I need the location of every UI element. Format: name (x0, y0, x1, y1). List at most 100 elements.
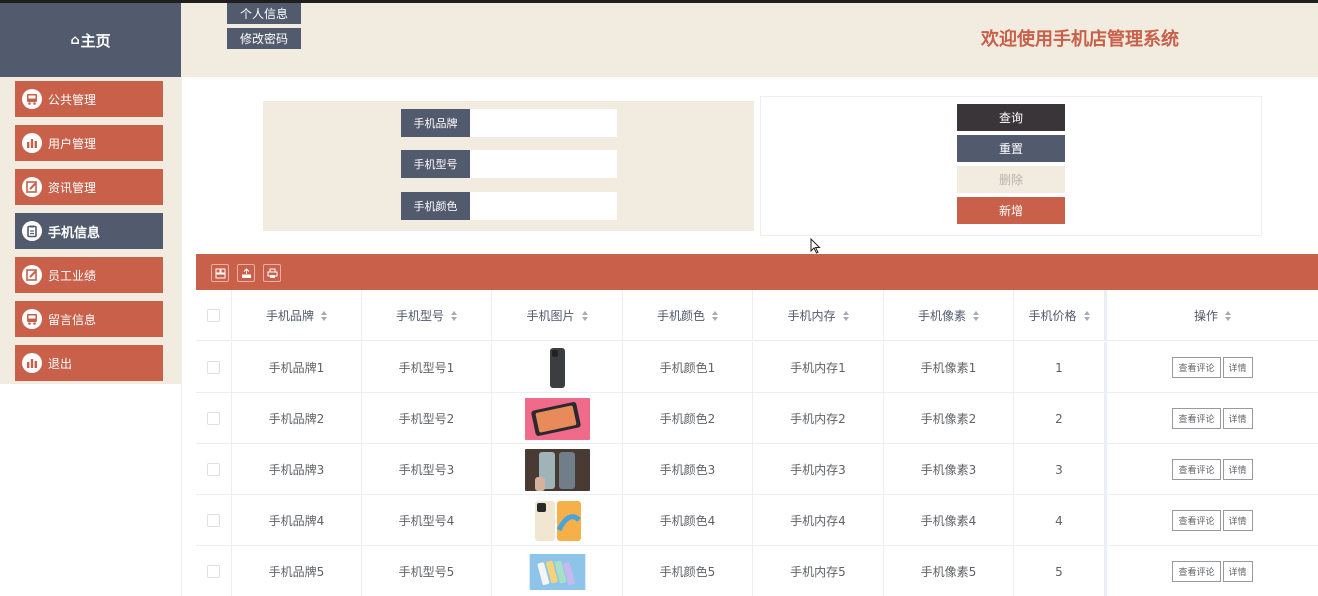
sort-icon[interactable] (451, 310, 457, 321)
table-header-row: 手机品牌 手机型号 手机图片 手机颜色 手机内存 手机像素 手机价格 操作 (196, 290, 1318, 341)
row-checkbox[interactable] (207, 463, 220, 476)
column-header-label: 手机内存 (787, 309, 836, 323)
color-search-input[interactable] (470, 192, 617, 220)
model-cell: 手机型号2 (362, 393, 492, 444)
sort-icon[interactable] (842, 310, 849, 321)
print-icon[interactable] (263, 264, 281, 282)
profile-button[interactable]: 个人信息 (227, 3, 301, 24)
grid-icon[interactable] (211, 264, 229, 282)
field-label: 手机型号 (401, 150, 470, 178)
row-checkbox[interactable] (207, 514, 220, 527)
table-row: 手机品牌3 手机型号3 手机颜色3 手机内存3 手机像素3 3 查看评论 详情 (196, 444, 1318, 495)
details-button[interactable]: 详情 (1222, 459, 1253, 480)
bus-icon (22, 309, 42, 329)
select-all-checkbox[interactable] (207, 309, 220, 322)
column-header-label: 手机品牌 (265, 309, 314, 323)
add-button[interactable]: 新增 (957, 197, 1065, 224)
model-search-field: 手机型号 (401, 150, 617, 178)
view-comments-button[interactable]: 查看评论 (1172, 357, 1221, 378)
sidebar-item-phones[interactable]: 手机信息 (15, 213, 163, 249)
sidebar-item-logout[interactable]: 退出 (15, 345, 163, 381)
search-panel: 手机品牌 手机型号 手机颜色 (263, 101, 754, 231)
color-cell: 手机颜色4 (623, 495, 753, 546)
phone-image[interactable] (524, 346, 590, 389)
column-header[interactable]: 手机品牌 (232, 290, 362, 341)
row-select-cell (196, 495, 232, 546)
price-cell: 2 (1014, 393, 1107, 444)
reset-button[interactable]: 重置 (957, 135, 1065, 162)
table-row: 手机品牌4 手机型号4 手机颜色4 手机内存4 手机像素4 4 查看评论 详情 (196, 495, 1318, 546)
brand-search-input[interactable] (470, 109, 617, 137)
column-header[interactable]: 操作 (1107, 290, 1318, 341)
column-header[interactable]: 手机颜色 (623, 290, 753, 341)
sort-icon[interactable] (321, 310, 327, 321)
row-select-cell (196, 393, 232, 444)
details-button[interactable]: 详情 (1222, 408, 1253, 429)
action-panel: 查询 重置 删除 新增 (760, 96, 1262, 236)
sidebar-item-news[interactable]: 资讯管理 (15, 169, 163, 205)
sidebar-item-label: 用户管理 (48, 136, 97, 151)
row-checkbox[interactable] (207, 361, 220, 374)
sidebar-item-label: 员工业绩 (48, 268, 97, 283)
sidebar-item-public[interactable]: 公共管理 (15, 81, 163, 117)
delete-button[interactable]: 删除 (957, 166, 1065, 193)
column-header[interactable]: 手机价格 (1014, 290, 1107, 341)
brand-cell: 手机品牌3 (232, 444, 362, 495)
brand-search-field: 手机品牌 (401, 109, 617, 137)
details-button[interactable]: 详情 (1222, 561, 1253, 582)
sort-icon[interactable] (973, 310, 979, 321)
pixels-cell: 手机像素1 (884, 342, 1014, 393)
column-header[interactable]: 手机图片 (492, 290, 623, 341)
query-button[interactable]: 查询 (957, 104, 1065, 131)
image-cell (492, 444, 623, 495)
table-row: 手机品牌5 手机型号5 手机颜色5 手机内存5 手机像素5 5 查看评论 详情 (196, 546, 1318, 596)
memory-cell: 手机内存5 (753, 546, 884, 596)
view-comments-button[interactable]: 查看评论 (1172, 459, 1221, 480)
sidebar-item-label: 留言信息 (48, 312, 97, 327)
color-cell: 手机颜色1 (623, 342, 753, 393)
phone-image[interactable] (525, 553, 590, 590)
change-password-button[interactable]: 修改密码 (227, 28, 301, 49)
view-comments-button[interactable]: 查看评论 (1172, 408, 1221, 429)
home-brand[interactable]: ⌂ 主页 (0, 3, 181, 77)
sort-icon[interactable] (1083, 310, 1090, 321)
column-header[interactable]: 手机型号 (362, 290, 492, 341)
phone-image[interactable] (524, 499, 590, 542)
phone-image[interactable] (524, 448, 590, 491)
column-header[interactable]: 手机像素 (884, 290, 1014, 341)
column-header-label: 手机像素 (917, 309, 966, 323)
export-icon[interactable] (237, 264, 255, 282)
row-checkbox[interactable] (207, 565, 220, 578)
sidebar-item-messages[interactable]: 留言信息 (15, 301, 163, 337)
details-button[interactable]: 详情 (1222, 510, 1253, 531)
sidebar-item-label: 公共管理 (48, 92, 97, 107)
image-cell (492, 393, 623, 444)
home-label: 主页 (80, 31, 111, 50)
column-header-label: 手机颜色 (656, 309, 705, 323)
sort-icon[interactable] (712, 310, 718, 321)
color-cell: 手机颜色3 (623, 444, 753, 495)
memory-cell: 手机内存3 (753, 444, 884, 495)
model-cell: 手机型号1 (362, 342, 492, 393)
image-cell (492, 342, 623, 393)
sort-icon[interactable] (1225, 310, 1231, 321)
model-cell: 手机型号5 (362, 546, 492, 596)
pixels-cell: 手机像素5 (884, 546, 1014, 596)
phone-image[interactable] (524, 397, 590, 440)
actions-cell: 查看评论 详情 (1107, 495, 1318, 546)
model-search-input[interactable] (470, 150, 617, 178)
view-comments-button[interactable]: 查看评论 (1172, 510, 1221, 531)
view-comments-button[interactable]: 查看评论 (1172, 561, 1221, 582)
brand-cell: 手机品牌1 (232, 342, 362, 393)
column-header[interactable]: 手机内存 (753, 290, 884, 341)
details-button[interactable]: 详情 (1222, 357, 1253, 378)
sidebar-item-users[interactable]: 用户管理 (15, 125, 163, 161)
table-row: 手机品牌2 手机型号2 手机颜色2 手机内存2 手机像素2 2 查看评论 详情 (196, 393, 1318, 444)
sidebar-divider (181, 77, 182, 596)
sidebar-item-label: 手机信息 (48, 225, 101, 241)
row-checkbox[interactable] (207, 412, 220, 425)
memory-cell: 手机内存1 (753, 342, 884, 393)
sidebar-item-performance[interactable]: 员工业绩 (15, 257, 163, 293)
sidebar-item-label: 资讯管理 (48, 180, 97, 195)
sort-icon[interactable] (581, 310, 588, 321)
